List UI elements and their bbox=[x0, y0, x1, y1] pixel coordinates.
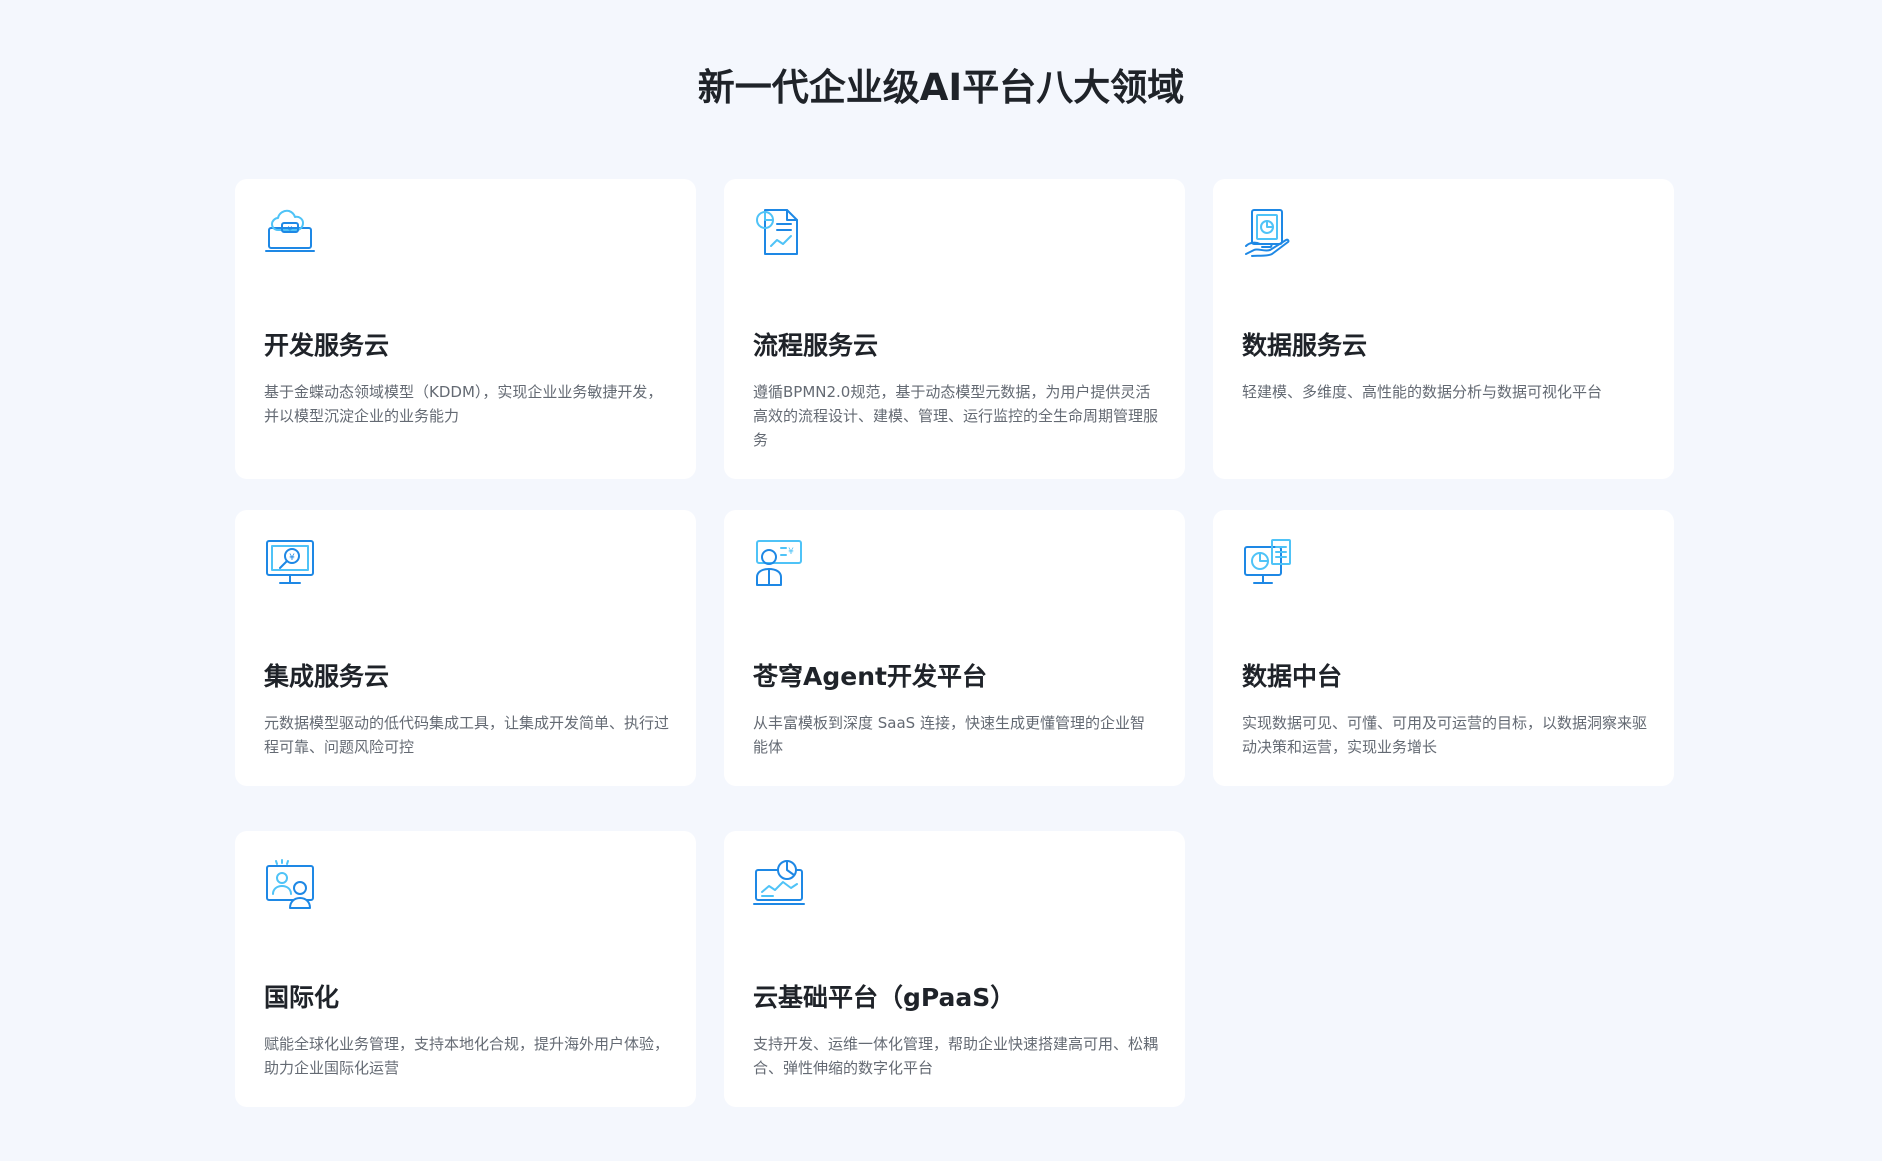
monitor-search-icon: ¥ bbox=[264, 537, 316, 589]
card-data-cloud[interactable]: 数据服务云 轻建模、多维度、高性能的数据分析与数据可视化平台 bbox=[1213, 179, 1674, 479]
card-description: 实现数据可见、可懂、可用及可运营的目标，以数据洞察来驱动决策和运营，实现业务增长 bbox=[1242, 714, 1648, 756]
data-hand-icon bbox=[1242, 206, 1294, 258]
card-description: 基于金蝶动态领域模型（KDDM），实现企业业务敏捷开发，并以模型沉淀企业的业务能… bbox=[264, 383, 663, 425]
card-development-cloud[interactable]: ¥ 开发服务云 基于金蝶动态领域模型（KDDM），实现企业业务敏捷开发，并以模型… bbox=[235, 179, 696, 479]
card-data-middle-platform[interactable]: 数据中台 实现数据可见、可懂、可用及可运营的目标，以数据洞察来驱动决策和运营，实… bbox=[1213, 510, 1674, 786]
card-description: 遵循BPMN2.0规范，基于动态模型元数据，为用户提供灵活高效的流程设计、建模、… bbox=[753, 383, 1159, 449]
svg-text:¥: ¥ bbox=[788, 547, 794, 557]
card-title: 数据中台 bbox=[1242, 662, 1343, 691]
card-title: 云基础平台（gPaaS） bbox=[753, 983, 1016, 1012]
card-description: 轻建模、多维度、高性能的数据分析与数据可视化平台 bbox=[1242, 383, 1603, 401]
agent-person-icon: ¥ bbox=[753, 537, 805, 589]
cloud-platform-icon bbox=[753, 858, 805, 910]
card-description: 赋能全球化业务管理，支持本地化合规，提升海外用户体验，助力企业国际化运营 bbox=[264, 1035, 670, 1077]
card-description: 支持开发、运维一体化管理，帮助企业快速搭建高可用、松耦合、弹性伸缩的数字化平台 bbox=[753, 1035, 1159, 1077]
page-title: 新一代企业级AI平台八大领域 bbox=[697, 66, 1185, 109]
card-title: 苍穹Agent开发平台 bbox=[753, 662, 987, 691]
card-description: 元数据模型驱动的低代码集成工具，让集成开发简单、执行过程可靠、问题风险可控 bbox=[264, 714, 670, 756]
svg-text:¥: ¥ bbox=[289, 553, 295, 563]
card-internationalization[interactable]: 国际化 赋能全球化业务管理，支持本地化合规，提升海外用户体验，助力企业国际化运营 bbox=[235, 831, 696, 1107]
card-title: 数据服务云 bbox=[1242, 331, 1368, 360]
card-integration-cloud[interactable]: ¥ 集成服务云 元数据模型驱动的低代码集成工具，让集成开发简单、执行过程可靠、问… bbox=[235, 510, 696, 786]
cloud-laptop-icon: ¥ bbox=[264, 206, 316, 258]
card-agent-platform[interactable]: ¥ 苍穹Agent开发平台 从丰富模板到深度 SaaS 连接，快速生成更懂管理的… bbox=[724, 510, 1185, 786]
card-process-cloud[interactable]: 流程服务云 遵循BPMN2.0规范，基于动态模型元数据，为用户提供灵活高效的流程… bbox=[724, 179, 1185, 479]
card-cloud-platform-gpaas[interactable]: 云基础平台（gPaaS） 支持开发、运维一体化管理，帮助企业快速搭建高可用、松耦… bbox=[724, 831, 1185, 1107]
card-title: 集成服务云 bbox=[264, 662, 390, 691]
process-document-icon bbox=[753, 206, 805, 258]
global-users-icon bbox=[264, 858, 316, 910]
data-monitor-icon bbox=[1242, 537, 1294, 589]
card-title: 流程服务云 bbox=[753, 331, 879, 360]
card-title: 开发服务云 bbox=[264, 331, 390, 360]
svg-text:¥: ¥ bbox=[288, 225, 293, 233]
card-description: 从丰富模板到深度 SaaS 连接，快速生成更懂管理的企业智能体 bbox=[753, 714, 1145, 756]
card-title: 国际化 bbox=[264, 983, 340, 1012]
